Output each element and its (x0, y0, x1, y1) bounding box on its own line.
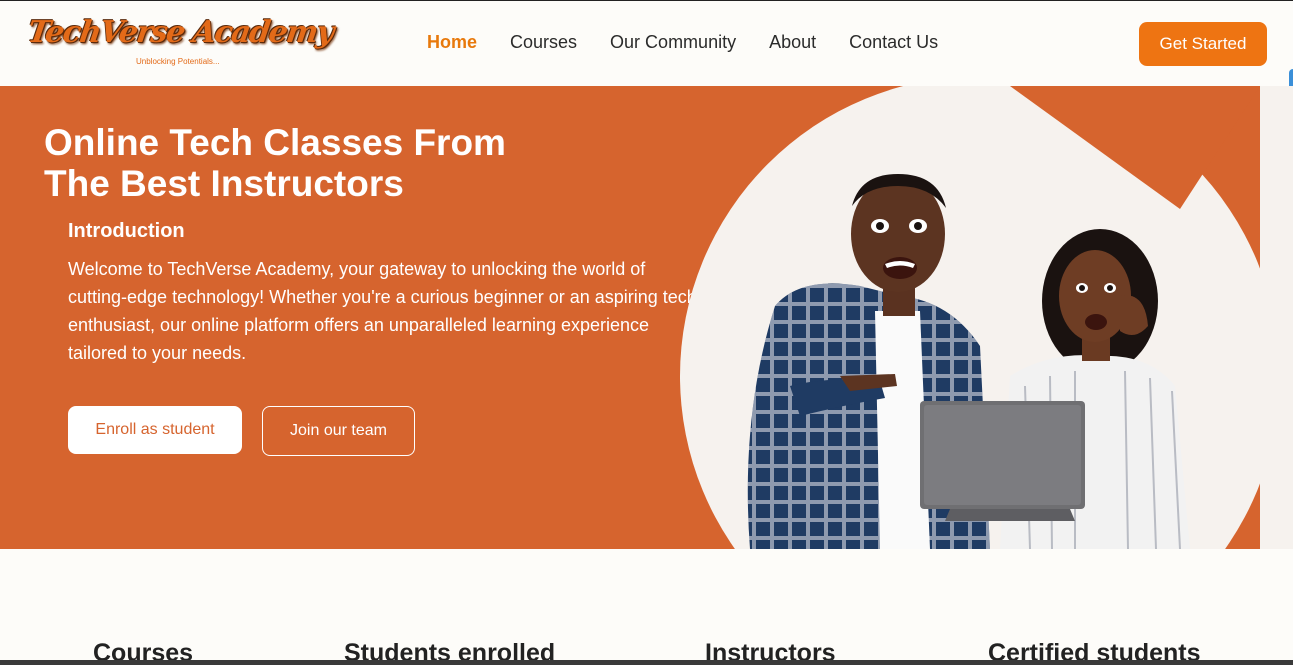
stat-courses-label: Courses (93, 639, 194, 665)
logo-wordmark: TechVerse Academy (25, 15, 336, 50)
nav-community-link[interactable]: Our Community (610, 32, 736, 53)
logo-tagline: Unblocking Potentials... (136, 57, 220, 66)
hero-section: Online Tech Classes From The Best Instru… (0, 86, 1293, 549)
nav-home-link[interactable]: Home (427, 32, 477, 53)
hero-image (680, 86, 1293, 549)
navbar: TechVerse Academy Unblocking Potentials.… (0, 1, 1293, 115)
laptop-figure (920, 401, 1085, 521)
main-nav: Home Courses Our Community About Contact… (427, 32, 971, 53)
hero-title-line1: Online Tech Classes From (44, 122, 506, 163)
nav-courses-link[interactable]: Courses (510, 32, 577, 53)
get-started-button[interactable]: Get Started (1139, 22, 1267, 66)
stat-students-enrolled-label: Students enrolled (344, 639, 556, 665)
hero-title: Online Tech Classes From The Best Instru… (44, 122, 604, 204)
join-team-button[interactable]: Join our team (262, 406, 415, 456)
nav-about-link[interactable]: About (769, 32, 816, 53)
intro-paragraph: Welcome to TechVerse Academy, your gatew… (68, 259, 697, 363)
brand-logo[interactable]: TechVerse Academy Unblocking Potentials.… (26, 15, 336, 75)
stat-certified-students-label: Certified students (988, 639, 1201, 665)
enroll-student-button[interactable]: Enroll as student (68, 406, 242, 454)
hero-title-line2: The Best Instructors (44, 163, 404, 204)
nav-contact-link[interactable]: Contact Us (849, 32, 938, 53)
intro-heading: Introduction (68, 220, 185, 242)
page: TechVerse Academy Unblocking Potentials.… (0, 0, 1293, 665)
stat-instructors-label: Instructors (705, 639, 836, 665)
stats-section: Courses Students enrolled Instructors Ce… (0, 549, 1293, 665)
